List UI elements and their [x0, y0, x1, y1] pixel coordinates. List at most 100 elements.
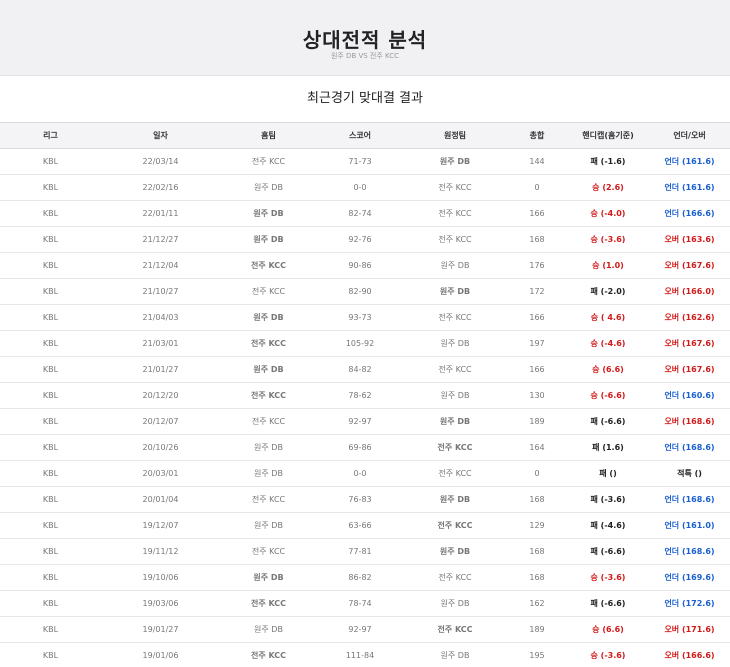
- league-cell: KBL: [42, 443, 59, 452]
- score-cell: 105-92: [345, 339, 375, 348]
- score-cell: 84-82: [348, 365, 372, 374]
- league-cell: KBL: [42, 209, 59, 218]
- league-cell: KBL: [42, 261, 59, 270]
- under-over-cell: 오버 (163.6): [664, 235, 715, 244]
- handicap-cell: 승 (6.6): [592, 625, 624, 634]
- total-cell: 129: [529, 521, 545, 530]
- table-row: KBL 19/01/27 원주 DB 92-97 전주 KCC 189 승 (6.6) 오버 …: [0, 617, 730, 643]
- away-team-cell: 원주 DB: [440, 339, 470, 348]
- away-team-cell: 원주 DB: [439, 547, 471, 556]
- column-header-total: 총합: [529, 131, 545, 140]
- score-cell: 111-84: [345, 651, 375, 660]
- table-row: KBL 21/10/27 전주 KCC 82-90 원주 DB 172 패 (-2.0) 오버…: [0, 279, 730, 305]
- handicap-cell: 패 (1.6): [592, 443, 624, 452]
- under-over-cell: 오버 (167.6): [664, 261, 715, 270]
- under-over-cell: 언더 (161.6): [664, 183, 715, 192]
- handicap-cell: 승 (-4.0): [590, 209, 626, 218]
- score-cell: 92-76: [348, 235, 372, 244]
- total-cell: 166: [529, 365, 545, 374]
- under-over-cell: 적특 (): [677, 469, 702, 478]
- handicap-cell: 패 (-6.6): [590, 547, 626, 556]
- total-cell: 168: [529, 235, 545, 244]
- results-table: 리그 일자 홈팀 스코어 원정팀 총합 핸디캡(홈기준) 언더/오버 KBL 22…: [0, 122, 730, 667]
- home-team-cell: 원주 DB: [254, 183, 283, 192]
- away-team-cell: 원주 DB: [440, 651, 470, 660]
- date-cell: 21/12/27: [142, 235, 179, 244]
- league-cell: KBL: [42, 313, 59, 322]
- total-cell: 172: [529, 287, 545, 296]
- table-row: KBL 19/10/06 원주 DB 86-82 전주 KCC 168 승 (-3.6) 언더…: [0, 565, 730, 591]
- home-team-cell: 원주 DB: [253, 365, 284, 374]
- away-team-cell: 원주 DB: [439, 417, 471, 426]
- date-cell: 19/01/27: [142, 625, 179, 634]
- total-cell: 168: [529, 573, 545, 582]
- under-over-cell: 언더 (161.6): [664, 157, 715, 166]
- table-row: KBL 22/02/16 원주 DB 0-0 전주 KCC 0 승 (2.6) 언더 (161…: [0, 175, 730, 201]
- under-over-cell: 오버 (166.6): [664, 651, 715, 660]
- under-over-cell: 언더 (166.6): [664, 209, 715, 218]
- date-cell: 19/03/06: [142, 599, 179, 608]
- total-cell: 144: [529, 157, 545, 166]
- home-team-cell: 전주 KCC: [250, 599, 287, 608]
- score-cell: 93-73: [348, 313, 372, 322]
- column-header-handicap: 핸디캡(홈기준): [582, 131, 634, 140]
- handicap-cell: 승 (2.6): [592, 183, 624, 192]
- under-over-cell: 오버 (162.6): [664, 313, 715, 322]
- under-over-cell: 언더 (168.6): [664, 495, 715, 504]
- section-title: 최근경기 맞대결 결과: [307, 91, 423, 106]
- date-cell: 19/12/07: [142, 521, 179, 530]
- date-cell: 21/01/27: [142, 365, 179, 374]
- table-row: KBL 20/12/20 전주 KCC 78-62 원주 DB 130 승 (-6.6) 언더…: [0, 383, 730, 409]
- table-row: KBL 19/12/07 원주 DB 63-66 전주 KCC 129 패 (-4.6) 언더…: [0, 513, 730, 539]
- score-cell: 0-0: [353, 469, 367, 478]
- score-cell: 69-86: [348, 443, 372, 452]
- total-cell: 176: [529, 261, 545, 270]
- away-team-cell: 전주 KCC: [437, 443, 473, 452]
- league-cell: KBL: [42, 287, 59, 296]
- total-cell: 0: [534, 469, 540, 478]
- home-team-cell: 전주 KCC: [251, 417, 286, 426]
- total-cell: 0: [534, 183, 540, 192]
- under-over-cell: 언더 (160.6): [664, 391, 715, 400]
- home-team-cell: 전주 KCC: [250, 261, 287, 270]
- handicap-cell: 승 (-3.6): [590, 235, 626, 244]
- table-row: KBL 19/11/12 전주 KCC 77-81 원주 DB 168 패 (-6.6) 언더…: [0, 539, 730, 565]
- date-cell: 20/01/04: [142, 495, 179, 504]
- league-cell: KBL: [42, 521, 59, 530]
- home-team-cell: 전주 KCC: [250, 391, 287, 400]
- league-cell: KBL: [42, 183, 59, 192]
- score-cell: 63-66: [348, 521, 372, 530]
- home-team-cell: 원주 DB: [253, 313, 284, 322]
- home-team-cell: 전주 KCC: [251, 157, 286, 166]
- league-cell: KBL: [42, 365, 59, 374]
- total-cell: 189: [529, 417, 545, 426]
- score-cell: 90-86: [348, 261, 372, 270]
- away-team-cell: 원주 DB: [440, 599, 470, 608]
- home-team-cell: 원주 DB: [254, 469, 283, 478]
- under-over-cell: 언더 (161.0): [664, 521, 715, 530]
- date-cell: 21/12/04: [142, 261, 179, 270]
- total-cell: 130: [529, 391, 545, 400]
- under-over-cell: 언더 (168.6): [664, 443, 715, 452]
- page-subtitle: 원주 DB VS 전주 KCC: [330, 52, 400, 60]
- under-over-cell: 언더 (169.6): [664, 573, 715, 582]
- handicap-cell: 승 (1.0): [592, 261, 624, 270]
- date-cell: 19/11/12: [142, 547, 179, 556]
- away-team-cell: 전주 KCC: [437, 521, 473, 530]
- date-cell: 20/03/01: [142, 469, 179, 478]
- away-team-cell: 원주 DB: [440, 391, 470, 400]
- away-team-cell: 전주 KCC: [438, 365, 472, 374]
- league-cell: KBL: [42, 339, 59, 348]
- handicap-cell: 패 (): [599, 469, 617, 478]
- handicap-cell: 승 (-3.6): [590, 651, 626, 660]
- away-team-cell: 전주 KCC: [438, 235, 472, 244]
- score-cell: 77-81: [348, 547, 372, 556]
- under-over-cell: 오버 (171.6): [664, 625, 715, 634]
- table-row: KBL 21/01/27 원주 DB 84-82 전주 KCC 166 승 (6.6) 오버 …: [0, 357, 730, 383]
- column-header-under-over: 언더/오버: [673, 131, 706, 140]
- away-team-cell: 전주 KCC: [437, 625, 473, 634]
- page-title: 상대전적 분석: [302, 28, 428, 52]
- league-cell: KBL: [42, 547, 59, 556]
- score-cell: 82-74: [348, 209, 372, 218]
- total-cell: 164: [529, 443, 545, 452]
